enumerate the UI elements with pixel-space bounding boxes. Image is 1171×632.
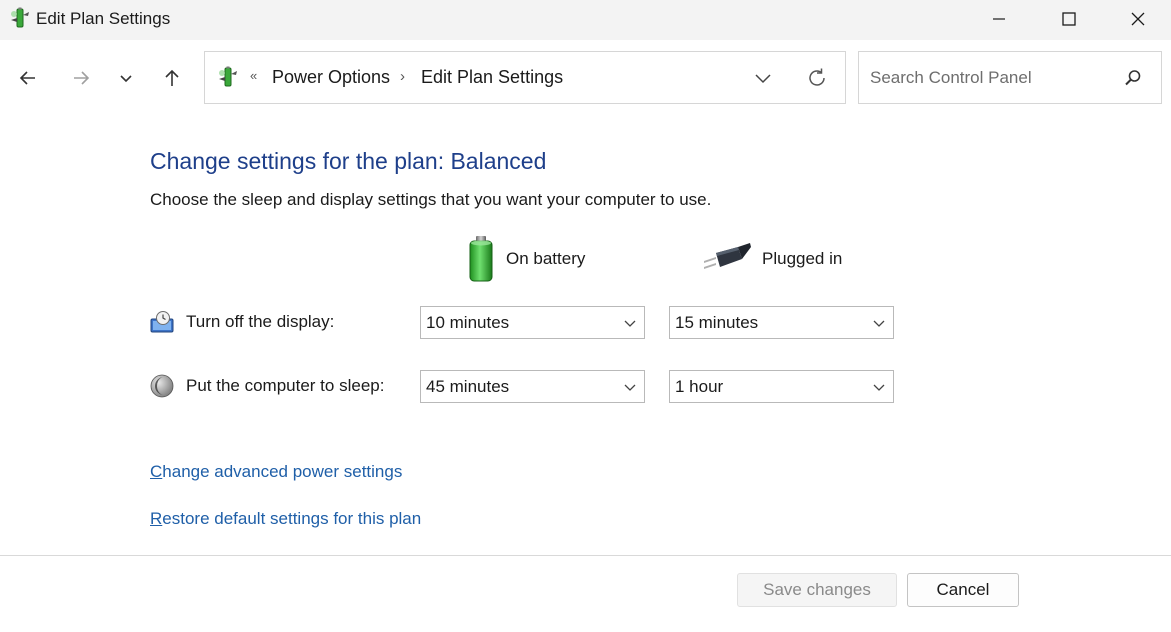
selected-value: 15 minutes [675,312,759,332]
selected-value: 45 minutes [426,376,510,396]
minimize-icon [993,18,1005,20]
breadcrumb-separator[interactable]: › [400,68,405,85]
chevron-down-icon [624,384,636,391]
link-text: estore default settings for this plan [162,509,422,528]
title-bar: Edit Plan Settings [0,0,1171,40]
breadcrumb-overflow[interactable]: « [250,68,257,83]
footer-divider [0,555,1171,556]
close-button[interactable] [1104,0,1171,38]
column-label-plugged-in: Plugged in [762,249,843,268]
up-button[interactable] [156,62,188,94]
chevron-down-icon [120,75,132,83]
refresh-icon [809,68,825,86]
window-title: Edit Plan Settings [36,9,171,28]
moon-sleep-icon [150,374,174,398]
address-history-button[interactable] [751,66,775,90]
maximize-button[interactable] [1034,0,1104,38]
selected-value: 1 hour [675,376,724,396]
close-icon [1131,12,1144,26]
power-options-icon [216,65,240,89]
setting-label: Put the computer to sleep: [186,376,385,395]
link-access-key: R [150,509,163,528]
chevron-down-icon [755,74,771,84]
save-changes-button[interactable]: Save changes [737,573,897,607]
page-description: Choose the sleep and display settings th… [150,190,712,209]
breadcrumb-power-options[interactable]: Power Options [272,67,390,88]
search-box[interactable] [858,51,1162,104]
search-icon[interactable] [1121,66,1145,90]
display-on-battery-select[interactable]: 10 minutes [420,306,645,339]
page-title: Change settings for the plan: Balanced [150,148,547,174]
sleep-on-battery-select[interactable]: 45 minutes [420,370,645,403]
column-label-on-battery: On battery [506,249,586,268]
power-plug-icon [704,243,751,269]
address-bar[interactable]: « Power Options › Edit Plan Settings [204,51,846,104]
setting-computer-sleep: Put the computer to sleep: [150,370,384,402]
chevron-down-icon [873,384,885,391]
breadcrumb-edit-plan-settings[interactable]: Edit Plan Settings [421,67,563,88]
search-input[interactable] [860,53,1110,102]
chevron-down-icon [873,320,885,327]
column-header-on-battery: On battery [466,234,585,284]
power-options-icon [8,6,32,30]
minimize-button[interactable] [964,0,1034,38]
link-access-key: C [150,462,163,481]
setting-turn-off-display: Turn off the display: [150,306,334,338]
chevron-down-icon [624,320,636,327]
recent-locations-button[interactable] [110,62,142,94]
cancel-button[interactable]: Cancel [907,573,1019,607]
change-advanced-power-settings-link[interactable]: Change advanced power settings [150,462,402,482]
arrow-right-icon [74,71,90,85]
restore-default-settings-link[interactable]: Restore default settings for this plan [150,509,421,529]
refresh-button[interactable] [803,64,831,92]
maximize-icon [1062,12,1076,26]
navigation-bar: « Power Options › Edit Plan Settings [0,40,1171,114]
back-button[interactable] [12,62,44,94]
arrow-up-icon [165,69,179,86]
display-plugged-in-select[interactable]: 15 minutes [669,306,894,339]
link-text: hange advanced power settings [162,462,403,481]
setting-label: Turn off the display: [186,312,335,331]
selected-value: 10 minutes [426,312,510,332]
battery-icon [469,236,493,282]
display-clock-icon [150,311,174,333]
arrow-left-icon [19,71,35,85]
column-header-plugged-in: Plugged in [702,234,842,284]
sleep-plugged-in-select[interactable]: 1 hour [669,370,894,403]
forward-button[interactable] [65,62,97,94]
